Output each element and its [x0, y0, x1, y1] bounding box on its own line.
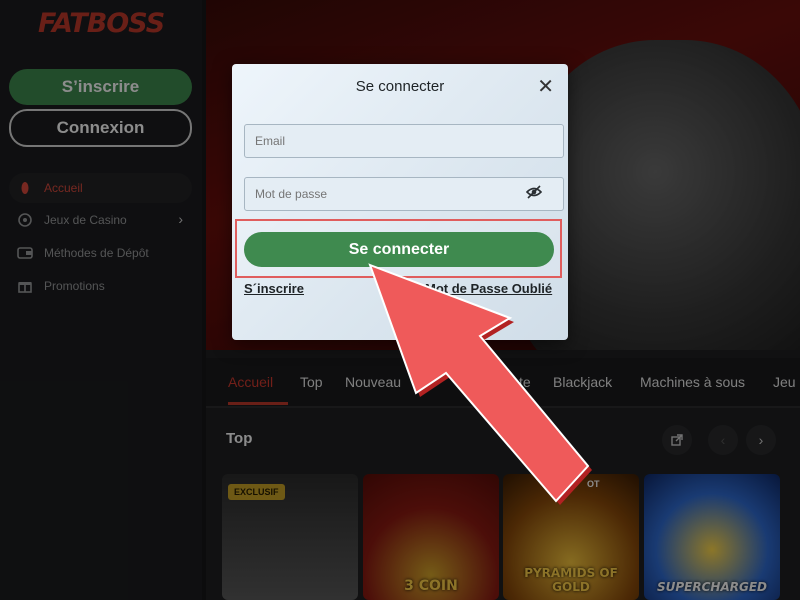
login-modal: Se connecter ✕ — [232, 64, 568, 340]
password-field[interactable] — [244, 177, 564, 211]
signup-link[interactable]: S´inscrire — [244, 281, 304, 296]
eye-off-icon[interactable] — [525, 184, 543, 200]
email-field[interactable] — [244, 124, 564, 158]
forgot-password-link[interactable]: Mot de Passe Oublié — [425, 281, 552, 296]
close-icon[interactable]: ✕ — [537, 74, 554, 99]
modal-title: Se connecter — [355, 78, 445, 95]
submit-login-button[interactable]: Se connecter — [244, 232, 554, 267]
